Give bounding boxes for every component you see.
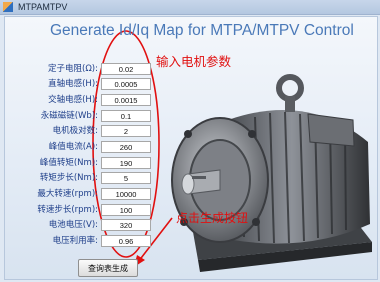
motor-image: [171, 74, 372, 272]
stator-resistance-input[interactable]: [101, 63, 151, 75]
click-generate-annotation: 点击生成按钮: [176, 211, 249, 225]
torque-step-label: 转矩步长(Nm):: [39, 173, 98, 183]
speed-step-label: 转速步长(rpm):: [37, 205, 98, 215]
battery-voltage-label: 电池电压(V):: [48, 220, 98, 230]
window-titlebar: MTPAMTPV: [0, 0, 380, 15]
input-params-annotation: 输入电机参数: [156, 54, 232, 69]
page-title: Generate Id/Iq Map for MTPA/MTPV Control: [50, 22, 354, 39]
peak-current-input[interactable]: [101, 141, 151, 153]
torque-step-input[interactable]: [101, 172, 151, 184]
pole-pairs-input[interactable]: [101, 125, 151, 137]
voltage-utilization-label: 电压利用率:: [52, 236, 98, 246]
generate-lookup-table-button[interactable]: 查询表生成: [78, 259, 138, 277]
max-speed-input[interactable]: [101, 188, 151, 200]
peak-torque-label: 峰值转矩(Nm):: [39, 158, 98, 168]
voltage-utilization-input[interactable]: [101, 235, 151, 247]
speed-step-input[interactable]: [101, 204, 151, 216]
max-speed-label: 最大转速(rpm):: [37, 189, 98, 199]
window-title: MTPAMTPV: [18, 2, 68, 12]
d-axis-inductance-label: 直轴电感(H):: [48, 79, 98, 89]
pole-pairs-label: 电机极对数:: [52, 126, 98, 136]
stator-resistance-label: 定子电阻(Ω):: [48, 64, 98, 74]
peak-torque-input[interactable]: [101, 157, 151, 169]
pm-flux-linkage-label: 永磁磁链(Wb):: [40, 111, 98, 121]
d-axis-inductance-input[interactable]: [101, 78, 151, 90]
q-axis-inductance-input[interactable]: [101, 94, 151, 106]
matlab-icon: [3, 2, 13, 12]
peak-current-label: 峰值电流(A):: [48, 142, 98, 152]
battery-voltage-input[interactable]: [101, 219, 151, 231]
q-axis-inductance-label: 交轴电感(H):: [48, 95, 98, 105]
pm-flux-linkage-input[interactable]: [101, 110, 151, 122]
